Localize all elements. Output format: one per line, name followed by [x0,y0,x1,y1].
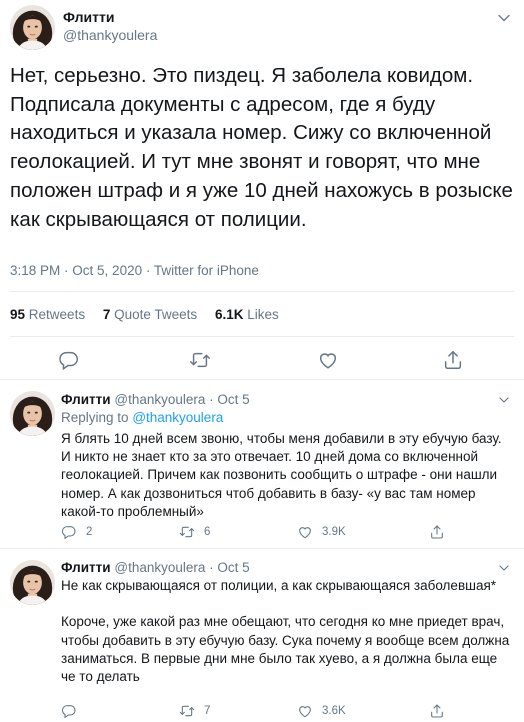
reply-text: Не как скрывающаяся от полиции, а как ск… [61,578,510,685]
reply-button[interactable] [58,349,80,371]
author-name[interactable]: Флитти [61,392,111,407]
share-button[interactable] [442,349,464,371]
main-tweet: Флитти @thankyoulera Нет, серьезно. Это … [0,0,524,380]
tweet-stats: 95 Retweets 7 Quote Tweets 6.1K Likes [10,307,293,322]
avatar-image [10,5,55,50]
retweet-icon [179,524,195,540]
meta-separator: · [145,263,154,278]
like-icon [317,349,339,371]
divider [10,336,514,337]
like-count: 3.9K [322,526,346,538]
tweet-date[interactable]: Oct 5, 2020 [72,263,142,278]
likes-label: Likes [247,307,279,322]
avatar[interactable] [10,391,55,436]
share-button[interactable] [429,524,454,540]
author-handle[interactable]: @thankyoulera [63,27,157,43]
share-icon [429,703,445,719]
reply-button[interactable]: 2 [61,524,92,540]
share-icon [442,349,464,371]
likes-count: 6.1K [214,307,244,322]
author-handle[interactable]: @thankyoulera [114,392,205,407]
reply-actions: 2 6 3.9K [61,524,461,542]
retweets-label: Retweets [28,307,86,322]
tweet-meta: 3:18 PM · Oct 5, 2020 · Twitter for iPho… [10,263,259,278]
retweets-stat[interactable]: 95 Retweets [10,307,85,322]
retweets-count: 95 [10,307,26,322]
like-button[interactable] [317,349,339,371]
tweet-time[interactable]: 3:18 PM [10,263,60,278]
reply-icon [58,349,80,371]
reply-date[interactable]: Oct 5 [217,392,249,407]
chevron-down-icon[interactable] [494,8,514,28]
reply-tweet[interactable]: Флитти @thankyoulera · Oct 5 Replying to… [0,381,524,549]
replying-to: Replying to @thankyoulera [61,410,223,425]
reply-icon [61,703,77,719]
avatar-image [10,560,55,605]
share-button[interactable] [429,703,454,719]
retweet-button[interactable]: 7 [179,703,210,719]
divider [10,291,514,292]
retweet-icon [189,349,211,371]
mention-link[interactable]: @thankyoulera [132,410,223,425]
share-icon [429,524,445,540]
like-count: 3.6K [322,705,346,717]
retweet-button[interactable] [189,349,211,371]
replying-prefix: Replying to [61,410,129,425]
like-icon [297,703,313,719]
avatar-image [10,391,55,436]
like-icon [297,524,313,540]
reply-icon [61,524,77,540]
quotes-stat[interactable]: 7 Quote Tweets [103,307,197,322]
reply-tweet[interactable]: Флитти @thankyoulera · Oct 5 Не как скры… [0,550,524,722]
retweet-button[interactable]: 6 [179,524,210,540]
quotes-count: 7 [102,307,111,322]
reply-actions: 7 3.6K [61,703,461,721]
quotes-label: Quote Tweets [114,307,198,322]
reply-header: Флитти @thankyoulera · Oct 5 [61,392,250,407]
chevron-down-icon[interactable] [496,560,512,576]
retweet-icon [179,703,195,719]
like-button[interactable]: 3.9K [297,524,346,540]
author-name[interactable]: Флитти [61,560,111,575]
tweet-text: Нет, серьезно. Это пиздец. Я заболела ко… [10,64,513,231]
tweet-source[interactable]: Twitter for iPhone [154,263,259,278]
chevron-down-icon[interactable] [496,392,512,408]
avatar[interactable] [10,5,55,50]
likes-stat[interactable]: 6.1K Likes [215,307,279,322]
reply-button[interactable] [61,703,86,719]
reply-date[interactable]: Oct 5 [217,560,249,575]
author-handle[interactable]: @thankyoulera [114,560,205,575]
reply-header: Флитти @thankyoulera · Oct 5 [61,560,250,575]
author-name[interactable]: Флитти [63,9,114,25]
reply-count: 2 [86,526,93,538]
like-button[interactable]: 3.6K [297,703,346,719]
retweet-count: 7 [204,705,211,717]
retweet-count: 6 [204,526,211,538]
reply-text: Я блять 10 дней всем звоню, чтобы меня д… [61,431,502,519]
avatar[interactable] [10,560,55,605]
